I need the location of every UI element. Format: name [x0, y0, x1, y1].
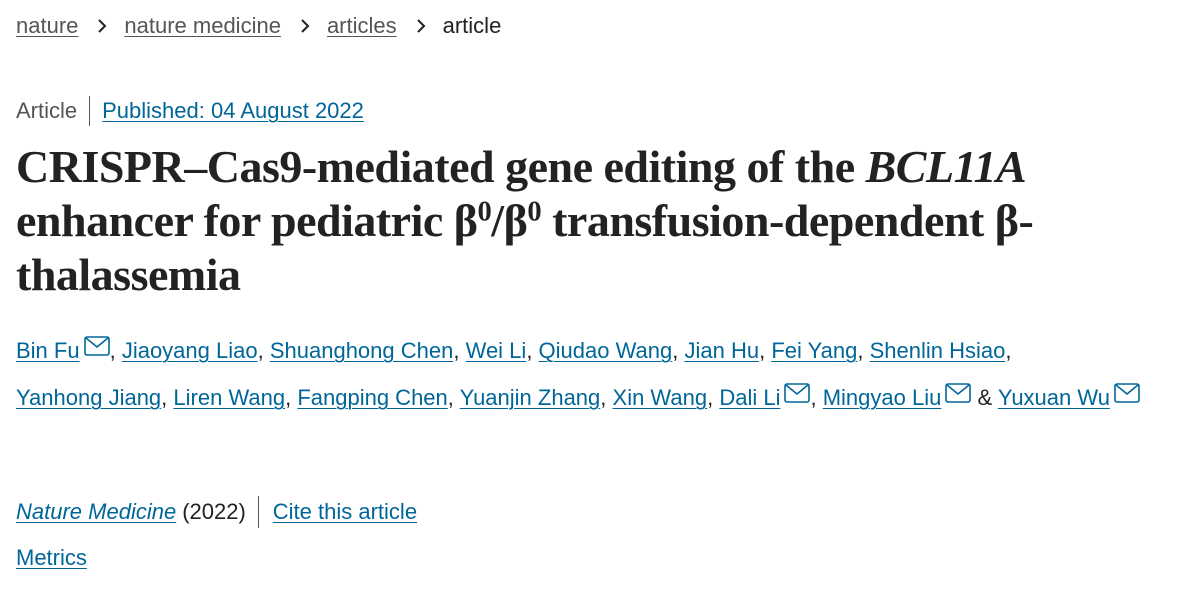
author-name-link[interactable]: Mingyao Liu [823, 385, 942, 410]
breadcrumb: nature nature medicine articles article [16, 13, 501, 39]
article-meta: Article Published: 04 August 2022 [16, 96, 364, 126]
author-item: Dali Li [719, 383, 811, 410]
publication-year: (2022) [182, 496, 259, 528]
email-icon[interactable] [945, 383, 972, 403]
article-type: Article [16, 96, 91, 126]
metrics-link[interactable]: Metrics [16, 545, 87, 571]
cite-article-link[interactable]: Cite this article [273, 499, 417, 525]
author-list: Bin Fu, Jiaoyang Liao, Shuanghong Chen, … [16, 327, 1166, 421]
author-item: Liren Wang [173, 385, 285, 410]
chevron-right-icon [301, 19, 310, 33]
author-name-link[interactable]: Wei Li [466, 338, 527, 363]
author-item: Fei Yang [771, 338, 857, 363]
author-name-link[interactable]: Shenlin Hsiao [870, 338, 1006, 363]
chevron-right-icon [98, 19, 107, 33]
email-icon[interactable] [784, 383, 811, 403]
author-name-link[interactable]: Jian Hu [685, 338, 760, 363]
author-name-link[interactable]: Shuanghong Chen [270, 338, 454, 363]
title-text: CRISPR–Cas9-mediated gene editing of the [16, 141, 866, 192]
author-name-link[interactable]: Yanhong Jiang [16, 385, 161, 410]
journal-info: Nature Medicine (2022) Cite this article [16, 496, 417, 528]
author-item: Shuanghong Chen [270, 338, 454, 363]
author-name-link[interactable]: Bin Fu [16, 338, 80, 363]
author-name-link[interactable]: Xin Wang [613, 385, 708, 410]
breadcrumb-nature[interactable]: nature [16, 13, 78, 39]
article-title: CRISPR–Cas9-mediated gene editing of the… [16, 140, 1166, 302]
author-item: Shenlin Hsiao [870, 338, 1006, 363]
author-item: Yanhong Jiang [16, 385, 161, 410]
author-name-link[interactable]: Fangping Chen [297, 385, 447, 410]
published-date-link[interactable]: Published: 04 August 2022 [102, 98, 364, 124]
author-name-link[interactable]: Jiaoyang Liao [122, 338, 258, 363]
author-name-link[interactable]: Qiudao Wang [539, 338, 673, 363]
title-gene: BCL11A [865, 141, 1027, 192]
author-item: Wei Li [466, 338, 527, 363]
author-item: Jiaoyang Liao [122, 338, 258, 363]
author-item: Yuxuan Wu [998, 383, 1140, 410]
author-item: Yuanjin Zhang [460, 385, 601, 410]
author-item: Mingyao Liu [823, 383, 972, 410]
author-item: Jian Hu [685, 338, 760, 363]
breadcrumb-articles[interactable]: articles [327, 13, 397, 39]
title-text: /β [491, 195, 528, 246]
chevron-right-icon [416, 19, 426, 33]
author-name-link[interactable]: Dali Li [719, 385, 780, 410]
title-superscript: 0 [477, 196, 492, 228]
breadcrumb-nature-medicine[interactable]: nature medicine [124, 13, 281, 39]
author-name-link[interactable]: Liren Wang [173, 385, 285, 410]
author-item: Xin Wang [613, 385, 708, 410]
email-icon[interactable] [1114, 383, 1140, 403]
author-item: Fangping Chen [297, 385, 447, 410]
title-text: enhancer for pediatric β [16, 195, 478, 246]
email-icon[interactable] [83, 336, 110, 356]
journal-name-link[interactable]: Nature Medicine [16, 499, 176, 525]
title-superscript: 0 [527, 196, 542, 228]
author-item: Bin Fu [16, 336, 110, 363]
author-item: Qiudao Wang [539, 338, 673, 363]
author-name-link[interactable]: Yuanjin Zhang [460, 385, 601, 410]
author-name-link[interactable]: Yuxuan Wu [998, 385, 1110, 410]
author-name-link[interactable]: Fei Yang [771, 338, 857, 363]
breadcrumb-current: article [442, 13, 502, 38]
